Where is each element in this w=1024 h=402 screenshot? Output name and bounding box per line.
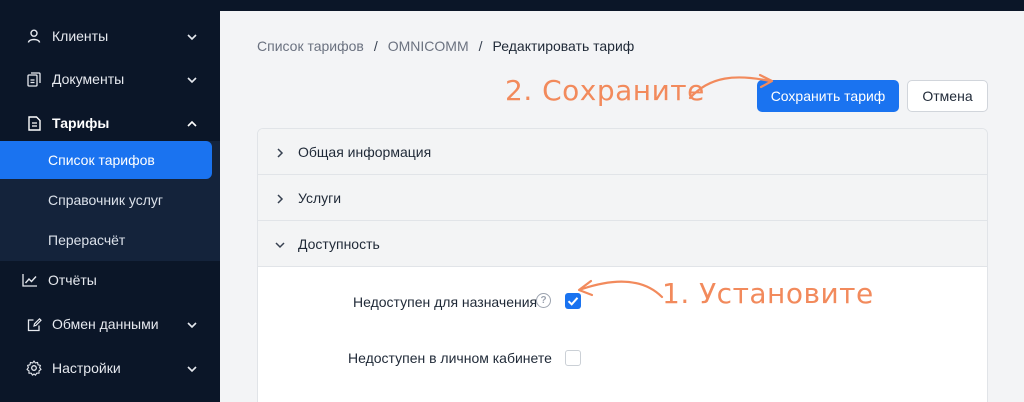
sidebar-item-data-exchange[interactable]: Обмен данными [0, 304, 220, 344]
accordion-label: Услуги [298, 189, 342, 206]
sidebar: Клиенты Документы Тарифы Список тарифов … [0, 11, 220, 402]
breadcrumb-separator: / [373, 38, 378, 54]
annotation-arrow-set [577, 279, 664, 299]
help-icon[interactable]: ? [536, 293, 551, 308]
sidebar-item-label: Отчёты [48, 272, 97, 288]
submenu-item-label: Список тарифов [48, 152, 155, 168]
chevron-down-icon [186, 362, 198, 374]
annotation-set: 1. Установите [662, 277, 874, 310]
chevron-down-icon [274, 238, 286, 250]
documents-icon [26, 71, 42, 87]
breadcrumb: Список тарифов / OMNICOMM / Редактироват… [257, 38, 634, 54]
breadcrumb-current: Редактировать тариф [492, 38, 635, 54]
accordion-availability[interactable]: Доступность [258, 221, 987, 267]
sidebar-item-clients[interactable]: Клиенты [0, 16, 220, 56]
tariff-form-panel: Общая информация Услуги Доступность Недо… [257, 128, 988, 402]
submenu-item-recalculation[interactable]: Перерасчёт [0, 221, 212, 259]
accordion-general-info[interactable]: Общая информация [258, 129, 987, 175]
chevron-down-icon [186, 73, 198, 85]
sidebar-item-reports[interactable]: Отчёты [0, 260, 220, 300]
sidebar-item-label: Документы [52, 71, 125, 87]
sidebar-item-documents[interactable]: Документы [0, 59, 220, 99]
gear-icon [26, 360, 42, 376]
sidebar-item-settings[interactable]: Настройки [0, 348, 220, 388]
chart-icon [22, 272, 38, 288]
submenu-item-tariff-list[interactable]: Список тарифов [0, 141, 212, 179]
unavailable-cabinet-checkbox[interactable] [565, 350, 581, 366]
unavailable-cabinet-label: Недоступен в личном кабинете [348, 350, 552, 366]
unavailable-assign-label: Недоступен для назначения [353, 294, 538, 310]
accordion-services[interactable]: Услуги [258, 175, 987, 221]
annotation-arrow-save [688, 73, 774, 100]
submenu-item-label: Перерасчёт [48, 232, 126, 248]
chevron-down-icon [186, 318, 198, 330]
accordion-label: Общая информация [298, 143, 432, 160]
accordion-label: Доступность [298, 235, 380, 252]
chevron-right-icon [274, 146, 286, 158]
tariff-icon [26, 115, 42, 131]
submenu-item-label: Справочник услуг [48, 192, 164, 208]
chevron-right-icon [274, 192, 286, 204]
submenu-item-services[interactable]: Справочник услуг [0, 181, 212, 219]
chevron-down-icon [186, 30, 198, 42]
sidebar-item-label: Клиенты [52, 28, 109, 44]
sidebar-item-label: Настройки [52, 360, 121, 376]
edit-icon [26, 316, 42, 332]
user-icon [26, 28, 42, 44]
breadcrumb-separator: / [478, 38, 483, 54]
chevron-up-icon [186, 117, 198, 129]
sidebar-item-label: Тарифы [52, 115, 110, 131]
breadcrumb-link-omnicomm[interactable]: OMNICOMM [388, 38, 469, 54]
breadcrumb-link-tariff-list[interactable]: Список тарифов [257, 38, 364, 54]
sidebar-item-label: Обмен данными [52, 316, 159, 332]
sidebar-item-tariffs[interactable]: Тарифы [0, 103, 220, 143]
annotation-save: 2. Сохраните [505, 74, 705, 107]
cancel-button[interactable]: Отмена [907, 80, 988, 112]
tariffs-submenu: Список тарифов Справочник услуг Перерасч… [0, 141, 220, 261]
top-bar [0, 0, 1024, 11]
